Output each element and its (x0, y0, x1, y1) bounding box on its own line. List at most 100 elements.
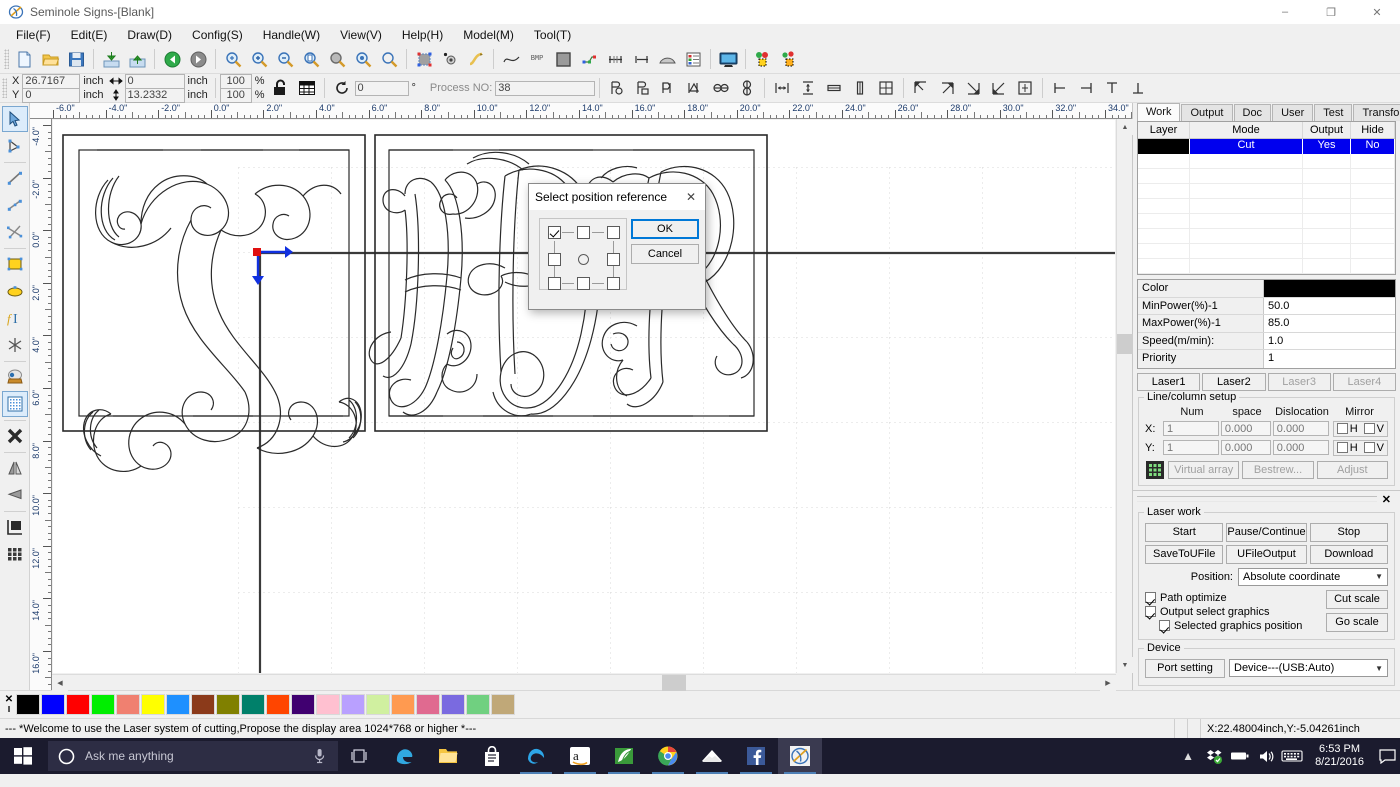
property-row-color[interactable]: Color (1138, 280, 1395, 298)
menu-item-model[interactable]: Model(M) (453, 25, 524, 45)
palette-swatch[interactable] (291, 694, 315, 715)
save-to-ufile-button[interactable]: SaveToUFile (1145, 544, 1224, 564)
mirror-horizontal-tool[interactable] (2, 455, 28, 481)
import-icon[interactable] (98, 47, 124, 72)
zoom-all-icon[interactable] (324, 47, 350, 72)
table-row[interactable] (1138, 229, 1395, 244)
align-left-icon[interactable] (1047, 76, 1073, 101)
task-view-icon[interactable] (338, 738, 382, 774)
palette-swatch[interactable] (16, 694, 40, 715)
menu-item-handle[interactable]: Handle(W) (253, 25, 330, 45)
position-bottom-center-checkbox[interactable] (577, 277, 590, 290)
palette-swatch[interactable] (366, 694, 390, 715)
menu-item-config[interactable]: Config(S) (182, 25, 253, 45)
y-input[interactable]: 0 (22, 87, 81, 103)
x-mirror-h-checkbox[interactable] (1336, 423, 1348, 434)
file-explorer-icon[interactable] (426, 738, 470, 774)
position-top-center-checkbox[interactable] (577, 226, 590, 239)
curve-tool[interactable] (2, 219, 28, 245)
grid-snap-icon[interactable] (294, 76, 320, 101)
layer-output-cell[interactable]: Yes (1303, 139, 1351, 154)
ok-button[interactable]: OK (631, 219, 699, 239)
line-tool[interactable] (2, 165, 28, 191)
output-select-graphics-row[interactable]: Output select graphics (1145, 606, 1326, 618)
nvidia-icon[interactable] (602, 738, 646, 774)
property-value[interactable]: 1.0 (1264, 332, 1395, 349)
capture-image-tool[interactable] (2, 364, 28, 390)
horizontal-ruler[interactable]: -6.0" -4.0" -2.0" 0.0" 2.0" 4.0" 6.0" 8.0" 10.0"… (30, 103, 1132, 119)
align-center-v-icon[interactable] (795, 76, 821, 101)
start-button[interactable]: Start (1145, 522, 1224, 542)
palette-swatch[interactable] (441, 694, 465, 715)
position-middle-left-checkbox[interactable] (548, 253, 561, 266)
edge-icon[interactable] (382, 738, 426, 774)
palette-swatch[interactable] (241, 694, 265, 715)
toolbar-grip[interactable] (4, 49, 9, 69)
rectangle-tool[interactable] (2, 251, 28, 277)
rotate-icon[interactable] (329, 76, 355, 101)
zoom-in-icon[interactable] (246, 47, 272, 72)
table-row[interactable] (1138, 199, 1395, 214)
palette-swatch[interactable] (416, 694, 440, 715)
flip-v-icon[interactable] (734, 76, 760, 101)
store-icon[interactable] (470, 738, 514, 774)
ellipse-tool[interactable] (2, 278, 28, 304)
align-center-icon[interactable] (1012, 76, 1038, 101)
action-center-icon[interactable] (1374, 738, 1400, 774)
property-row-minpower[interactable]: MinPower(%)-1 50.0 (1138, 297, 1395, 315)
size-equal-h-icon[interactable] (847, 76, 873, 101)
device-dropdown[interactable]: Device---(USB:Auto) ▼ (1229, 659, 1388, 677)
starburst-tool[interactable] (2, 332, 28, 358)
palette-swatch[interactable] (466, 694, 490, 715)
menu-item-edit[interactable]: Edit(E) (61, 25, 118, 45)
select-position-reference-dialog[interactable]: Select position reference ✕ OK Cancel (528, 183, 706, 310)
laser-app-taskbar-icon[interactable] (778, 738, 822, 774)
minimize-button[interactable]: – (1262, 0, 1308, 24)
scale-x-input[interactable]: 100 (219, 73, 252, 89)
path-optimize-checkbox[interactable] (1145, 592, 1156, 603)
windows-start-icon[interactable] (0, 738, 46, 774)
array-copy-icon[interactable] (750, 47, 776, 72)
color-swatch[interactable] (1264, 280, 1395, 297)
polyline-tool[interactable] (2, 192, 28, 218)
table-row[interactable] (1138, 214, 1395, 229)
cancel-button[interactable]: Cancel (631, 244, 699, 264)
rotate-right-icon[interactable] (682, 76, 708, 101)
port-setting-button[interactable]: Port setting (1145, 658, 1225, 678)
layer-table[interactable]: Layer Mode Output Hide Cut Yes No (1137, 121, 1396, 275)
x-num-input[interactable]: 1 (1162, 421, 1219, 436)
y-mirror-h-checkbox[interactable] (1336, 442, 1348, 453)
bezier-icon[interactable] (498, 47, 524, 72)
offset-tool[interactable] (2, 514, 28, 540)
zoom-out-icon[interactable] (272, 47, 298, 72)
palette-swatch[interactable] (66, 694, 90, 715)
align-right-icon[interactable] (1073, 76, 1099, 101)
save-icon[interactable] (63, 47, 89, 72)
dropbox-icon[interactable] (1201, 738, 1227, 774)
palette-swatch[interactable] (91, 694, 115, 715)
panel-close-icon[interactable]: ✕ (1377, 493, 1396, 506)
selected-graphics-position-row[interactable]: Selected graphics position (1145, 620, 1326, 632)
ufile-output-button[interactable]: UFileOutput (1226, 544, 1307, 564)
laser2-tab[interactable]: Laser2 (1202, 372, 1266, 391)
position-reference-grid[interactable] (539, 218, 627, 290)
align-top-left-icon[interactable] (908, 76, 934, 101)
tab-test[interactable]: Test (1314, 104, 1353, 121)
table-row[interactable] (1138, 154, 1395, 169)
chrome-icon[interactable] (646, 738, 690, 774)
horizontal-scroll-thumb[interactable] (662, 675, 686, 691)
property-row-maxpower[interactable]: MaxPower(%)-1 85.0 (1138, 315, 1395, 333)
clock[interactable]: 6:53 PM 8/21/2016 (1305, 743, 1374, 769)
height-input[interactable]: 13.2332 (124, 87, 185, 103)
y-space-input[interactable]: 0.000 (1220, 440, 1271, 455)
layer-color-cell[interactable] (1138, 139, 1190, 154)
table-row[interactable] (1138, 184, 1395, 199)
property-value[interactable]: 85.0 (1264, 315, 1395, 332)
node-edit-tool[interactable] (2, 133, 28, 159)
preview-icon[interactable] (715, 47, 741, 72)
zoom-window-icon[interactable] (376, 47, 402, 72)
scroll-left-button[interactable]: ◀ (52, 675, 68, 691)
lock-aspect-icon[interactable] (268, 76, 294, 101)
stop-button[interactable]: Stop (1309, 522, 1388, 542)
align-top-right-icon[interactable] (934, 76, 960, 101)
